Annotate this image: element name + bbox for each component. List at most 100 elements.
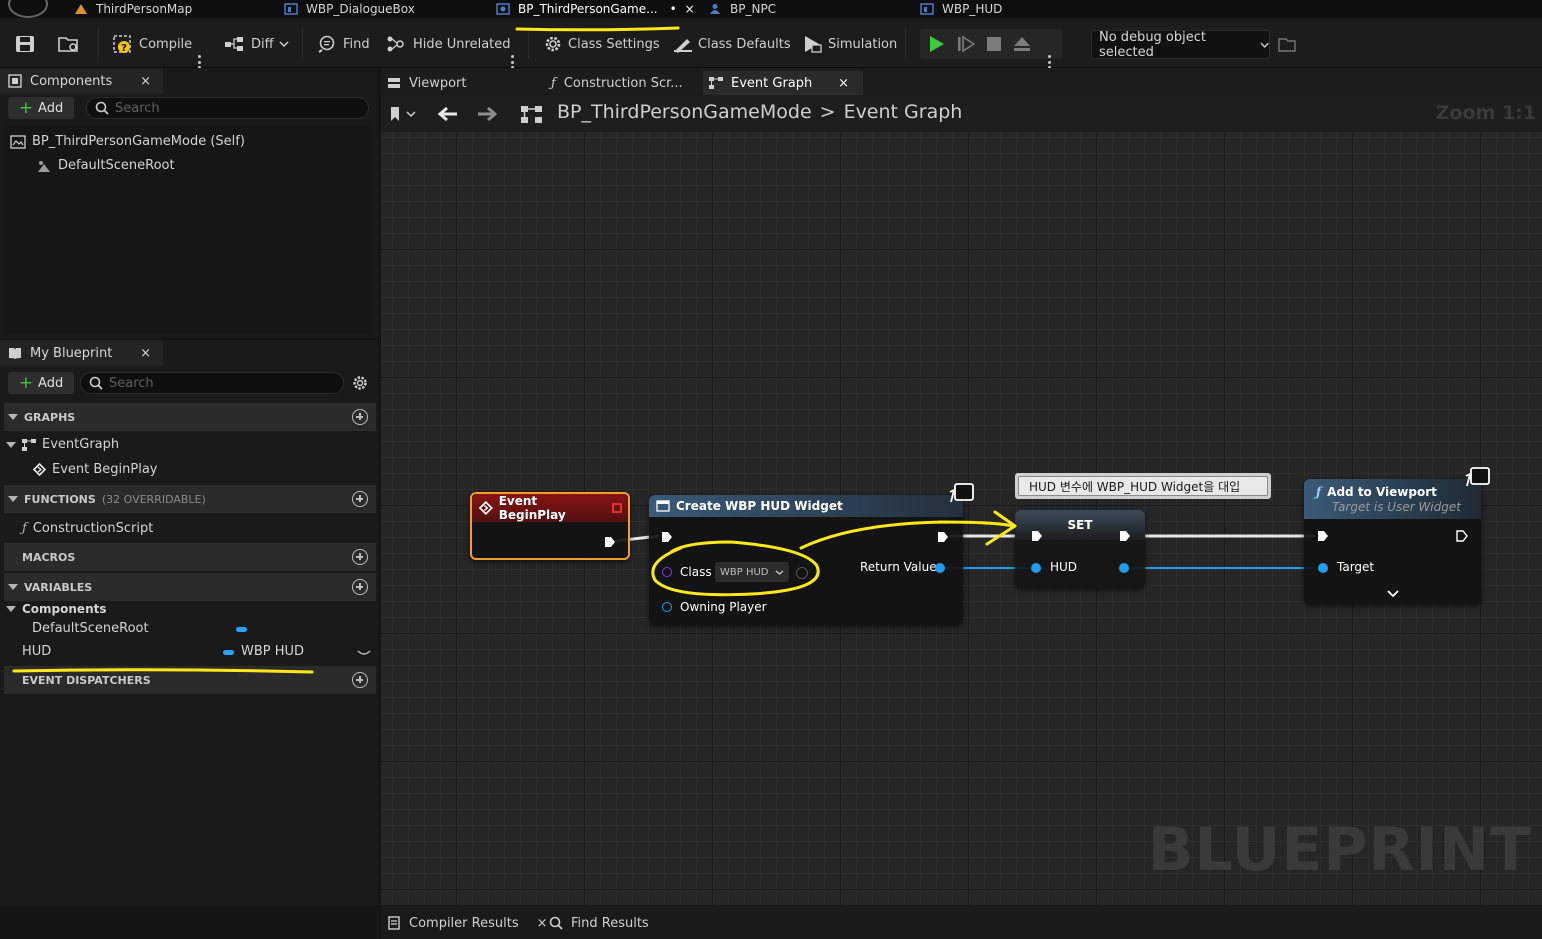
forward-arrow-icon[interactable] (476, 105, 498, 123)
debug-filter-icon[interactable] (1278, 37, 1296, 53)
hide-unrelated-label: Hide Unrelated (413, 36, 511, 52)
step-icon[interactable] (957, 35, 975, 53)
tab-compiler-results[interactable]: Compiler Results × (387, 911, 548, 935)
browse-content-icon[interactable] (58, 35, 80, 53)
debug-object-dropdown[interactable]: No debug object selected (1091, 30, 1270, 60)
close-icon[interactable]: × (685, 2, 695, 16)
class-settings-button[interactable]: Class Settings (543, 32, 660, 56)
variable-item-default-scene-root[interactable]: DefaultSceneRoot (32, 621, 149, 636)
tab-third-person-map[interactable]: ThirdPersonMap (74, 0, 192, 18)
close-icon[interactable]: × (140, 346, 151, 361)
tab-event-graph[interactable]: Event Graph × (703, 71, 863, 95)
svg-text:?: ? (121, 43, 127, 54)
search-icon (95, 101, 109, 115)
tab-label: BP_NPC (730, 2, 777, 16)
plus-icon: + (18, 98, 34, 118)
tab-wbp-dialoguebox[interactable]: WBP_DialogueBox (284, 0, 415, 18)
save-icon[interactable] (15, 35, 35, 53)
close-icon[interactable]: × (838, 76, 849, 91)
component-default-scene-root[interactable]: DefaultSceneRoot (36, 158, 175, 173)
tree-item-construction-script[interactable]: ƒ ConstructionScript (22, 521, 153, 536)
chevron-down-icon (279, 41, 289, 48)
my-blueprint-tab-label: My Blueprint (30, 345, 113, 361)
find-icon (318, 35, 335, 53)
breadcrumb-bar: BP_ThirdPersonGameMode > Event Graph Zoo… (381, 96, 1542, 132)
add-component-button[interactable]: + Add (8, 97, 74, 119)
play-icon[interactable] (928, 35, 946, 53)
visibility-eye-icon[interactable] (357, 649, 371, 657)
eject-icon[interactable] (1013, 35, 1031, 53)
compile-button[interactable]: ? Compile (112, 32, 192, 56)
editor-logo-icon[interactable] (8, 0, 48, 18)
component-root-item[interactable]: BP_ThirdPersonGameMode (Self) (10, 134, 245, 149)
find-button[interactable]: Find (318, 32, 370, 56)
simulation-button[interactable]: Simulation (803, 32, 897, 56)
tab-components[interactable]: Components × (0, 68, 163, 94)
plus-icon: + (18, 373, 34, 393)
add-macro-icon[interactable] (352, 549, 368, 565)
bookmark-icon[interactable] (389, 106, 417, 122)
book-icon (9, 348, 21, 359)
class-defaults-icon (674, 39, 692, 53)
search-icon (549, 916, 563, 930)
tab-bp-third-person-gamemode[interactable]: BP_ThirdPersonGame... • × (496, 0, 695, 18)
add-event-dispatcher-icon[interactable] (352, 672, 368, 688)
functions-overridable-count: (32 OVERRIDABLE) (101, 492, 206, 506)
close-icon[interactable]: × (140, 74, 151, 89)
bottom-tab-bar: Compiler Results × Find Results (381, 905, 1542, 939)
diff-icon (225, 37, 243, 51)
class-settings-label: Class Settings (568, 36, 660, 52)
chevron-down-icon (1260, 42, 1269, 48)
event-icon (33, 463, 46, 476)
variables-section-header[interactable]: VARIABLES (4, 573, 376, 601)
breadcrumb-graph[interactable]: Event Graph (844, 101, 963, 123)
add-variable-icon[interactable] (352, 579, 368, 595)
gear-icon[interactable] (351, 374, 369, 392)
add-function-icon[interactable] (352, 491, 368, 507)
event-graph-canvas[interactable]: Event BeginPlay Create WBP HUD Widget Cl… (381, 132, 1542, 905)
components-search-input[interactable]: Search (86, 97, 369, 119)
event-begin-play-label: Event BeginPlay (52, 462, 158, 477)
hide-unrelated-icon (387, 36, 404, 52)
tab-viewport[interactable]: Viewport (387, 71, 467, 95)
variable-item-hud[interactable]: HUD (22, 644, 51, 659)
tab-label: Construction Scr... (563, 75, 683, 91)
add-graph-icon[interactable] (352, 409, 368, 425)
add-member-button[interactable]: + Add (8, 372, 74, 394)
tree-item-event-graph[interactable]: EventGraph (6, 437, 119, 452)
diff-button[interactable]: Diff (224, 32, 289, 56)
graphs-section-header[interactable]: GRAPHS (4, 403, 376, 431)
main-toolbar: ? Compile Diff Find Hide Unrelated Class… (0, 18, 1542, 69)
tab-wbp-hud[interactable]: WBP_HUD (920, 0, 1002, 18)
stop-icon[interactable] (986, 36, 1002, 52)
tab-find-results[interactable]: Find Results (549, 911, 649, 935)
functions-section-header[interactable]: FUNCTIONS (32 OVERRIDABLE) (4, 485, 376, 513)
macros-section-header[interactable]: MACROS (4, 543, 376, 571)
my-blueprint-search-input[interactable]: Search (80, 372, 344, 394)
variable-category-components[interactable]: Components (6, 602, 107, 616)
close-icon[interactable]: × (537, 916, 548, 931)
search-placeholder: Search (115, 100, 160, 116)
graph-tab-bar: Viewport ƒ Construction Scr... Event Gra… (381, 68, 1542, 96)
toolbar-separator (905, 28, 906, 58)
class-defaults-button[interactable]: Class Defaults (673, 32, 791, 56)
tab-my-blueprint[interactable]: My Blueprint × (0, 340, 163, 366)
class-defaults-label: Class Defaults (698, 36, 791, 52)
pawn-icon (710, 4, 720, 14)
breadcrumb-blueprint[interactable]: BP_ThirdPersonGameMode (557, 101, 812, 123)
toolbar-separator (302, 28, 303, 58)
variable-type-pin-icon (236, 627, 247, 632)
add-label: Add (38, 375, 64, 391)
tab-bp-npc[interactable]: BP_NPC (708, 0, 776, 18)
hide-unrelated-button[interactable]: Hide Unrelated (386, 32, 511, 56)
scene-component-icon (38, 160, 50, 172)
back-arrow-icon[interactable] (437, 105, 459, 123)
tree-item-event-begin-play[interactable]: Event BeginPlay (33, 462, 158, 477)
compile-options-icon[interactable] (197, 55, 201, 69)
functions-header-label: FUNCTIONS (24, 492, 96, 506)
tab-construction-script[interactable]: ƒ Construction Scr... (551, 71, 683, 95)
blueprint-watermark: BLUEPRINT (1147, 815, 1532, 885)
tab-label: Event Graph (731, 75, 813, 91)
play-options-icon[interactable] (1047, 55, 1051, 69)
hide-unrelated-options-icon[interactable] (510, 55, 514, 69)
